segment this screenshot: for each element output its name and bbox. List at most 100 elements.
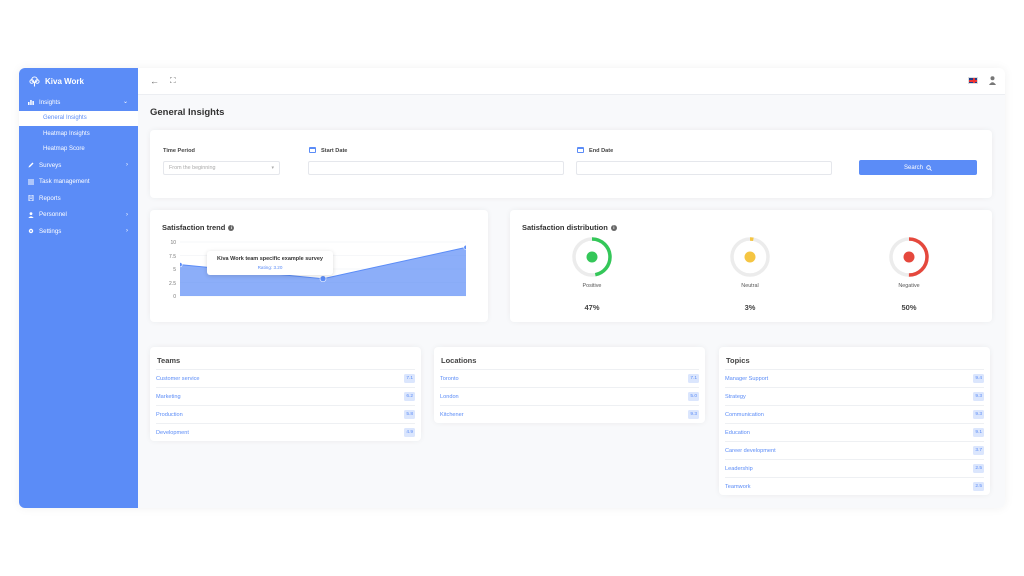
teams-title: Teams: [157, 356, 181, 365]
list-item[interactable]: Customer service 7.1: [156, 369, 415, 387]
list-item[interactable]: Kitchener 9.3: [440, 405, 699, 423]
score-badge: 9.3: [973, 410, 984, 419]
sidebar-nav: Insights ⌄ General Insights Heatmap Insi…: [19, 94, 138, 240]
uk-flag-icon[interactable]: [968, 77, 978, 84]
item-name: Teamwork: [725, 484, 751, 490]
item-name: Marketing: [156, 394, 181, 400]
score-badge: 5.8: [404, 410, 415, 419]
fullscreen-icon[interactable]: ⛶: [170, 76, 176, 86]
score-badge: 9.1: [973, 428, 984, 437]
topics-title: Topics: [726, 356, 750, 365]
sidebar-item-label: Personnel: [39, 211, 67, 219]
score-badge: 5.0: [688, 392, 699, 401]
end-date-label: End Date: [589, 148, 614, 154]
chart-tooltip: Kiva Work team specific example survey R…: [207, 251, 333, 275]
score-badge: 4.9: [404, 428, 415, 437]
end-date-input[interactable]: [576, 161, 832, 175]
sidebar-item-label: Task management: [39, 178, 90, 186]
search-icon: [926, 164, 932, 171]
sidebar-item-settings[interactable]: Settings ›: [19, 223, 138, 240]
calendar-icon: [577, 147, 584, 153]
list-item[interactable]: Development 4.9: [156, 423, 415, 441]
trend-point[interactable]: [180, 262, 183, 268]
donut-chart: [889, 237, 929, 277]
list-item[interactable]: Education 9.1: [725, 423, 984, 441]
y-tick-label: 0: [173, 294, 176, 300]
gear-icon: [28, 229, 34, 234]
time-period-label: Time Period: [163, 148, 195, 154]
score-badge: 7.1: [404, 374, 415, 383]
satisfaction-distribution-card: Satisfaction distribution i Positive 47% N…: [510, 210, 992, 322]
bar-chart-icon: [28, 100, 34, 106]
list-item[interactable]: Manager Support 9.4: [725, 369, 984, 387]
tree-logo-icon: [29, 75, 40, 87]
list-item[interactable]: Production 5.8: [156, 405, 415, 423]
sidebar-item-insights[interactable]: Insights ⌄: [19, 94, 138, 111]
person-icon: [28, 211, 34, 218]
item-name: Leadership: [725, 466, 753, 472]
distribution-label: Positive: [582, 283, 602, 289]
sidebar-subitem-heatmap-insights[interactable]: Heatmap Insights: [19, 126, 138, 142]
list-item[interactable]: Strategy 9.3: [725, 387, 984, 405]
list-icon: [28, 179, 34, 185]
chevron-right-icon: ›: [126, 228, 128, 234]
list-item[interactable]: London 5.0: [440, 387, 699, 405]
start-date-input[interactable]: [308, 161, 564, 175]
search-button-label: Search: [903, 164, 923, 171]
calendar-icon: [309, 147, 316, 153]
item-name: Production: [156, 412, 183, 418]
trend-point[interactable]: [319, 275, 327, 283]
sidebar-subitem-heatmap-score[interactable]: Heatmap Score: [19, 142, 138, 158]
pencil-icon: [28, 162, 34, 168]
time-period-select[interactable]: From the beginning ▾: [163, 161, 280, 175]
sidebar-item-label: Settings: [39, 227, 62, 235]
sidebar-item-task-management[interactable]: Task management: [19, 174, 138, 191]
main-content: ← ⛶ General Insights Time Period From th…: [138, 68, 1005, 508]
page-title: General Insights: [150, 107, 225, 118]
chevron-down-icon: ⌄: [122, 99, 128, 105]
sidebar-item-reports[interactable]: Reports: [19, 190, 138, 207]
chevron-right-icon: ›: [126, 211, 128, 218]
face-icon: [744, 251, 756, 263]
trend-point[interactable]: [463, 244, 466, 250]
user-icon[interactable]: [989, 76, 996, 85]
list-item[interactable]: Career development 3.7: [725, 441, 984, 459]
list-item[interactable]: Leadership 2.5: [725, 459, 984, 477]
caret-down-icon: ▾: [271, 165, 274, 171]
distribution-label: Neutral: [741, 283, 759, 289]
trend-title: Satisfaction trend i: [162, 223, 235, 232]
teams-card: Teams Customer service 7.1 Marketing 6.2 P…: [150, 347, 421, 441]
locations-card: Locations Toronto 7.1 London 5.0 Kitchener…: [434, 347, 705, 423]
info-icon[interactable]: i: [228, 224, 235, 231]
brand-name: Kiva Work: [45, 76, 84, 86]
sidebar-subitem-general-insights[interactable]: General Insights: [19, 110, 138, 126]
distribution-label: Negative: [898, 283, 920, 289]
score-badge: 3.7: [973, 446, 984, 455]
score-badge: 2.5: [973, 482, 984, 491]
sidebar-item-surveys[interactable]: Surveys ›: [19, 157, 138, 174]
score-badge: 7.1: [688, 374, 699, 383]
distribution-percent: 3%: [744, 303, 756, 312]
topbar: ← ⛶: [138, 68, 1005, 95]
list-item[interactable]: Toronto 7.1: [440, 369, 699, 387]
score-badge: 9.3: [688, 410, 699, 419]
search-button[interactable]: Search: [859, 160, 977, 175]
filters-card: Time Period From the beginning ▾ Start D…: [150, 130, 992, 198]
start-date-label: Start Date: [321, 148, 348, 154]
item-name: Development: [156, 430, 189, 436]
info-icon[interactable]: i: [610, 224, 617, 231]
locations-title: Locations: [441, 356, 477, 365]
list-item[interactable]: Marketing 6.2: [156, 387, 415, 405]
brand[interactable]: Kiva Work: [19, 68, 138, 94]
sidebar-item-personnel[interactable]: Personnel ›: [19, 207, 138, 224]
list-item[interactable]: Teamwork 2.5: [725, 477, 984, 495]
chevron-right-icon: ›: [126, 162, 128, 168]
donut-chart: [572, 237, 612, 277]
list-item[interactable]: Communication 9.3: [725, 405, 984, 423]
item-name: London: [440, 394, 459, 400]
document-icon: [28, 195, 34, 202]
distribution-percent: 47%: [584, 303, 600, 312]
score-badge: 2.5: [973, 464, 984, 473]
back-arrow-icon[interactable]: ←: [150, 76, 159, 86]
item-name: Education: [725, 430, 750, 436]
